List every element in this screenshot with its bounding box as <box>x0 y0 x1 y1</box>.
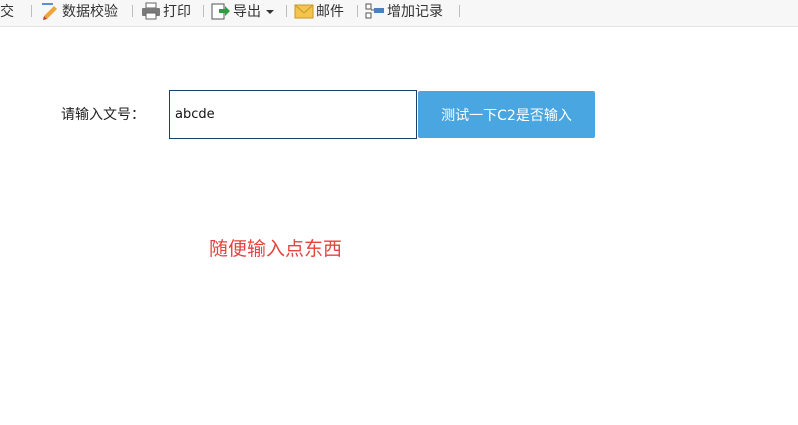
submit-button[interactable]: 提交 <box>0 0 14 22</box>
mail-icon <box>294 2 314 20</box>
export-button[interactable]: 导出 <box>211 0 274 22</box>
add-record-button[interactable]: 增加记录 <box>365 0 443 22</box>
data-validate-button[interactable]: 数据校验 <box>40 0 118 22</box>
toolbar-separator <box>31 5 32 17</box>
mail-button[interactable]: 邮件 <box>294 0 344 22</box>
toolbar-separator <box>203 5 204 17</box>
printer-icon <box>141 2 161 20</box>
toolbar-separator <box>357 5 358 17</box>
export-icon <box>211 2 231 20</box>
document-number-label: 请输入文号： <box>61 107 145 123</box>
toolbar-separator <box>286 5 287 17</box>
toolbar: 提交 数据校验 打印 导出 <box>0 0 798 27</box>
document-number-input[interactable] <box>169 90 417 139</box>
submit-label: 提交 <box>0 4 14 20</box>
print-button[interactable]: 打印 <box>141 0 191 22</box>
test-c2-input-button[interactable]: 测试一下C2是否输入 <box>418 91 595 138</box>
pencil-icon <box>40 2 60 20</box>
data-validate-label: 数据校验 <box>62 4 118 20</box>
toolbar-separator <box>459 5 460 17</box>
chevron-down-icon <box>266 10 274 14</box>
add-record-icon <box>365 2 385 20</box>
add-record-label: 增加记录 <box>387 4 443 20</box>
print-label: 打印 <box>163 4 191 20</box>
hint-text: 随便输入点东西 <box>209 238 343 260</box>
export-label: 导出 <box>233 4 261 20</box>
mail-label: 邮件 <box>316 4 344 20</box>
toolbar-separator <box>132 5 133 17</box>
